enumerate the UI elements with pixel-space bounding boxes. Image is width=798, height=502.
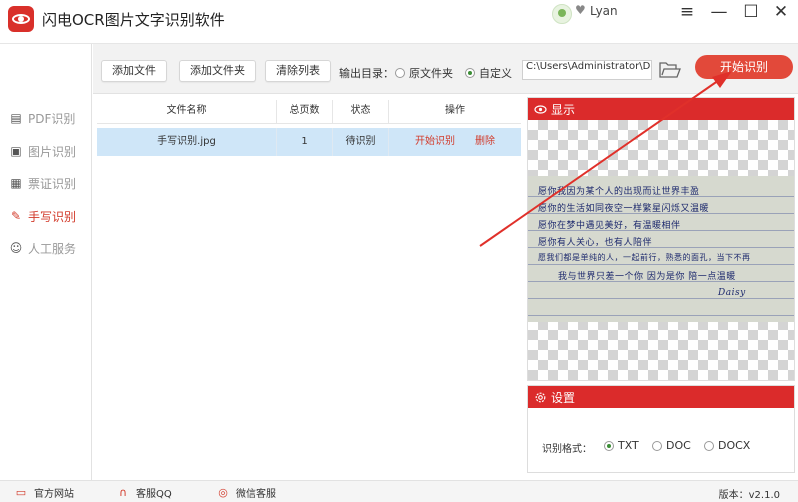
radio-dot (465, 68, 475, 78)
handwriting-line: 愿你在梦中遇见美好，有温暖相伴 (538, 221, 681, 231)
version-label: 版本：v2.1.0 (718, 490, 780, 501)
radio-dot (395, 68, 405, 78)
format-radio-docx[interactable]: DOCX (704, 439, 750, 452)
sidebar-item-label: PDF识别 (28, 111, 76, 126)
start-recognition-button[interactable]: 开始识别 (695, 55, 793, 79)
qq-service-link[interactable]: ∩ 客服QQ (114, 485, 172, 500)
headset-icon: ∩ (118, 486, 128, 499)
row-start-link[interactable]: 开始识别 (415, 136, 455, 147)
qq-service-label: 客服QQ (136, 489, 172, 500)
handwriting-line: 愿你有人关心，也有人陪伴 (538, 238, 653, 248)
settings-title: 设置 (551, 390, 576, 405)
column-header: 文件名称 (97, 100, 277, 123)
add-file-button[interactable]: 添加文件 (101, 60, 167, 82)
wechat-service-label: 微信客服 (236, 489, 276, 500)
sidebar-item-pdf[interactable]: ▤ PDF识别 (8, 108, 90, 128)
add-folder-button[interactable]: 添加文件夹 (179, 60, 256, 82)
wechat-service-link[interactable]: ◎ 微信客服 (214, 485, 276, 500)
radio-label: 原文件夹 (409, 67, 453, 80)
eye-icon (534, 104, 547, 114)
radio-dot (652, 440, 662, 451)
radio-custom-folder[interactable]: 自定义 (465, 65, 512, 81)
column-header: 总页数 (277, 100, 333, 123)
radio-label: DOC (666, 439, 691, 452)
radio-dot (604, 440, 614, 451)
minimize-icon[interactable]: — (706, 2, 732, 24)
column-header: 状态 (333, 100, 389, 123)
smiley-icon: ☺ (9, 241, 23, 255)
radio-source-folder[interactable]: 原文件夹 (395, 65, 453, 81)
wechat-icon: ◎ (218, 486, 228, 499)
sidebar-item-image[interactable]: ▣ 图片识别 (8, 141, 90, 161)
file-name-cell: 手写识别.jpg (97, 128, 277, 156)
close-icon[interactable]: ✕ (768, 2, 794, 24)
handwriting-line: 我与世界只差一个你 因为是你 陪一点温暖 (558, 272, 736, 282)
radio-dot (704, 440, 714, 451)
vip-heart-icon: ♥ (575, 3, 586, 17)
app-title: 闪电OCR图片文字识别软件 (42, 11, 225, 29)
status-bar: ▭ 官方网站 ∩ 客服QQ ◎ 微信客服 版本：v2.1.0 (0, 480, 798, 502)
file-table: 文件名称 总页数 状态 操作 手写识别.jpg 1 待识别 开始识别 删除 (93, 94, 523, 480)
radio-label: DOCX (718, 439, 751, 452)
row-delete-link[interactable]: 删除 (475, 136, 495, 147)
handwriting-line: 愿你我因为某个人的出现而让世界丰盈 (538, 187, 700, 197)
format-radio-txt[interactable]: TXT (604, 439, 639, 452)
preview-title: 显示 (551, 102, 576, 117)
id-card-icon: ▦ (10, 176, 22, 190)
handwriting-image: 愿你我因为某个人的出现而让世界丰盈 愿你的生活如同夜空一样繁星闪烁又温暖 愿你在… (528, 176, 794, 322)
table-row[interactable]: 手写识别.jpg 1 待识别 开始识别 删除 (97, 128, 521, 156)
radio-label: 自定义 (479, 67, 512, 80)
table-header: 文件名称 总页数 状态 操作 (97, 100, 521, 124)
website-label: 官方网站 (34, 489, 74, 500)
sidebar-item-label: 票证识别 (28, 176, 77, 191)
toolbar: 添加文件 添加文件夹 清除列表 输出目录： 原文件夹 自定义 C:\Users\… (93, 44, 798, 94)
handwriting-line: 愿你的生活如同夜空一样繁星闪烁又温暖 (538, 204, 710, 214)
output-dir-label: 输出目录： (339, 67, 394, 80)
settings-panel: 设置 识别格式： TXT DOC DOCX (527, 385, 795, 473)
sidebar-item-label: 人工服务 (28, 241, 77, 256)
page-count-cell: 1 (277, 128, 333, 156)
menu-icon[interactable]: ≡ (674, 2, 700, 24)
handwriting-signature: Daisy (718, 288, 746, 298)
sidebar-item-label: 图片识别 (28, 144, 77, 159)
column-header: 操作 (445, 105, 465, 116)
sidebar: ▤ PDF识别 ▣ 图片识别 ▦ 票证识别 ✎ 手写识别 ☺ 人工服务 (0, 44, 92, 480)
preview-canvas: 愿你我因为某个人的出现而让世界丰盈 愿你的生活如同夜空一样繁星闪烁又温暖 愿你在… (528, 120, 794, 380)
sidebar-item-handwriting[interactable]: ✎ 手写识别 (8, 206, 90, 226)
preview-header: 显示 (528, 98, 794, 120)
actions-cell: 开始识别 删除 (389, 128, 521, 156)
radio-label: TXT (618, 439, 639, 452)
format-radio-doc[interactable]: DOC (652, 439, 691, 452)
sidebar-item-manual-service[interactable]: ☺ 人工服务 (8, 238, 90, 258)
pdf-icon: ▤ (10, 111, 22, 125)
handwriting-line: 愿我们都是单纯的人，一起前行，熟悉的面孔，当下不再 (538, 253, 751, 262)
settings-header: 设置 (528, 386, 794, 408)
handwriting-icon: ✎ (10, 209, 22, 223)
gear-icon (535, 392, 546, 402)
clear-list-button[interactable]: 清除列表 (265, 60, 331, 82)
avatar[interactable] (552, 4, 572, 24)
status-cell: 待识别 (333, 128, 389, 156)
official-website-link[interactable]: ▭ 官方网站 (12, 485, 74, 500)
username[interactable]: Lyan (590, 4, 618, 18)
title-bar: 闪电OCR图片文字识别软件 ♥ Lyan ≡ — ☐ ✕ (0, 0, 798, 44)
output-path-input[interactable]: C:\Users\Administrator\De (522, 60, 652, 80)
sidebar-item-label: 手写识别 (28, 209, 77, 224)
monitor-icon: ▭ (15, 486, 27, 499)
maximize-icon[interactable]: ☐ (738, 2, 764, 24)
app-logo-icon (8, 6, 34, 32)
format-label: 识别格式： (542, 444, 592, 455)
folder-open-icon[interactable] (659, 61, 681, 79)
image-icon: ▣ (10, 144, 22, 158)
sidebar-item-ticket[interactable]: ▦ 票证识别 (8, 173, 90, 193)
preview-panel: 显示 愿你我因为某个人的出现而让世界丰盈 愿你的生活如同夜空一样繁星闪烁又温暖 … (527, 97, 795, 381)
